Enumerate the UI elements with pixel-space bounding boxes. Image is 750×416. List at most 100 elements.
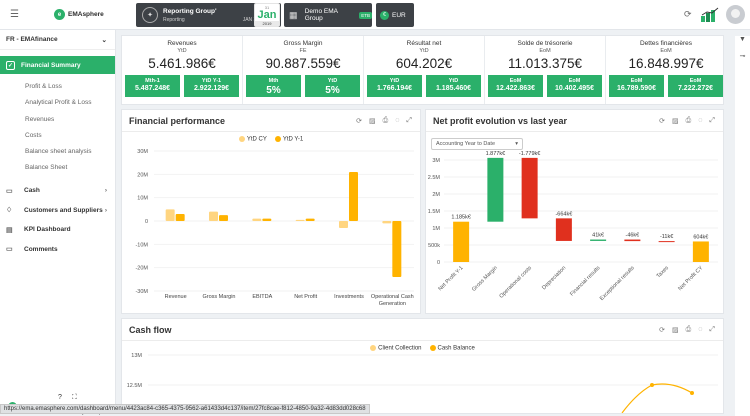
compare-label: YtD Y-1 <box>201 78 222 84</box>
bar <box>209 211 218 221</box>
currency-selector[interactable]: € EUR <box>376 3 414 27</box>
expand-icon[interactable]: ⤢ <box>709 117 715 125</box>
compare-label: YtD <box>389 78 400 84</box>
y-tick-label: 0 <box>437 260 440 266</box>
group-selector[interactable]: ▦ Demo EMA Group ETB <box>284 3 372 27</box>
kpi-title: Résultat net <box>406 40 442 47</box>
kpi-card: Résultat net YtD 604.202€ YtD 1.766.194€ … <box>364 36 485 104</box>
kpi-value: 11.013.375€ <box>507 56 583 71</box>
refresh-icon[interactable]: ⟳ <box>684 9 692 20</box>
data-label: 604k€ <box>693 234 708 240</box>
period-calendar[interactable]: 31 Jan 2019 <box>254 3 280 27</box>
chevron-right-icon: › <box>104 206 107 214</box>
legend-item[interactable]: YtD CY <box>238 136 267 143</box>
legend-item[interactable]: YtD Y-1 <box>274 136 303 143</box>
print-icon[interactable]: ⎙ <box>383 117 389 125</box>
net-profit-panel: Net profit evolution vs last year ⟳ ▨ ⎙ … <box>425 109 724 314</box>
company-selector[interactable]: FR - EMAfinance ⌄ <box>0 30 115 50</box>
kpi-compare-box[interactable]: EoM 16.789.590€ <box>609 75 664 97</box>
sidebar-item-label: Comments <box>24 245 58 253</box>
app-logo[interactable]: e EMAsphere <box>54 9 104 20</box>
chevron-down-icon: ⌄ <box>101 36 107 44</box>
reporting-sub: Reporting <box>163 16 185 23</box>
dropdown-value: Accounting Year to Date <box>436 141 496 147</box>
refresh-icon[interactable]: ⟳ <box>659 117 665 125</box>
help-icon[interactable]: ? <box>58 394 62 402</box>
avatar[interactable] <box>726 5 745 24</box>
data-label: -11k€ <box>660 234 673 240</box>
panel-title: Cash flow <box>129 324 172 335</box>
menu-icon[interactable]: ☰ <box>10 9 19 20</box>
kpi-compare-box[interactable]: YtD 5% <box>305 75 360 97</box>
kpi-value: 90.887.559€ <box>265 56 341 71</box>
y-tick-label: 10M <box>137 196 148 202</box>
sidebar-subitem-balance-analysis[interactable]: Balance sheet analysis <box>0 144 115 160</box>
x-tick-label: Operational costs <box>499 265 534 300</box>
kpi-compare-box[interactable]: YtD Y-1 2.922.129€ <box>184 75 239 97</box>
pin-icon[interactable]: ⊸ <box>735 52 750 60</box>
chart-legend: Client Collection Cash Balance <box>122 345 723 352</box>
waterfall-bar <box>521 157 538 219</box>
compare-value: 2.922.129€ <box>193 85 230 92</box>
kpi-compare-box[interactable]: EoM 10.402.495€ <box>547 75 602 97</box>
compare-label: YtD <box>327 78 338 84</box>
export-image-icon[interactable]: ▨ <box>672 117 679 125</box>
compare-value: 1.185.460€ <box>435 85 472 92</box>
sidebar-subitem-profit-loss[interactable]: Profit & Loss <box>0 79 115 95</box>
x-tick-label: Net Profit <box>294 294 317 300</box>
fullscreen-icon[interactable]: ⛶ <box>72 394 77 402</box>
filter-icon[interactable]: ▼ <box>735 36 750 43</box>
sidebar-item-customers-suppliers[interactable]: ♢ Customers and Suppliers › <box>0 200 115 220</box>
comment-icon[interactable]: ◌ <box>698 117 702 125</box>
comment-icon[interactable]: ◌ <box>698 326 702 334</box>
sidebar-subitem-revenues[interactable]: Revenues <box>0 112 115 128</box>
kpi-compare-box[interactable]: YtD 1.185.460€ <box>426 75 481 97</box>
y-tick-label: 1.5M <box>428 209 441 215</box>
sidebar-item-comments[interactable]: ▭ Comments <box>0 239 115 259</box>
sidebar-item-cash[interactable]: ▭ Cash › <box>0 181 115 201</box>
legend-item[interactable]: Client Collection <box>370 345 422 352</box>
kpi-compare-box[interactable]: EoM 12.422.863€ <box>488 75 543 97</box>
y-tick-label: 1M <box>432 226 440 232</box>
sidebar-item-kpi-dashboard[interactable]: ▤ KPI Dashboard <box>0 220 115 240</box>
data-label: -46k€ <box>625 233 639 239</box>
y-tick-label: 500k <box>428 243 440 249</box>
x-tick-label: Exceptional results <box>599 265 636 302</box>
waterfall-bar <box>624 239 641 242</box>
expand-icon[interactable]: ⤢ <box>709 326 715 334</box>
data-label: -1.779k€ <box>519 151 540 157</box>
bar <box>305 218 315 221</box>
sidebar-item-financial-summary[interactable]: ✓ Financial Summary <box>0 56 115 74</box>
kpi-compare-box[interactable]: EoM 7.222.272€ <box>668 75 723 97</box>
euro-icon: € <box>380 10 389 20</box>
x-tick-label: Depreciation <box>541 265 567 291</box>
bar <box>262 218 272 221</box>
comment-icon: ▭ <box>6 246 13 254</box>
sidebar-item-label: Customers and Suppliers <box>24 206 103 214</box>
bar <box>175 214 185 221</box>
compare-label: EoM <box>630 78 643 84</box>
period-dropdown[interactable]: Accounting Year to Date ▾ <box>431 138 523 150</box>
compare-label: EoM <box>689 78 702 84</box>
chevron-right-icon: › <box>104 187 107 195</box>
compare-value: 12.422.863€ <box>496 85 535 92</box>
expand-icon[interactable]: ⤢ <box>406 117 412 125</box>
export-image-icon[interactable]: ▨ <box>672 326 679 334</box>
comment-icon[interactable]: ◌ <box>395 117 399 125</box>
print-icon[interactable]: ⎙ <box>686 326 692 334</box>
print-icon[interactable]: ⎙ <box>686 117 692 125</box>
kpi-compare-box[interactable]: Mth-1 5.487.248€ <box>125 75 180 97</box>
x-tick-label: Gross Margin <box>202 294 235 300</box>
refresh-icon[interactable]: ⟳ <box>356 117 362 125</box>
sidebar-subitem-analytical-pl[interactable]: Analytical Profit & Loss <box>0 95 115 111</box>
legend-item[interactable]: Cash Balance <box>429 345 475 352</box>
kpi-compare-box[interactable]: YtD 1.766.194€ <box>367 75 422 97</box>
sidebar-subitem-costs[interactable]: Costs <box>0 128 115 144</box>
export-image-icon[interactable]: ▨ <box>369 117 376 125</box>
kpi-compare-box[interactable]: Mth 5% <box>246 75 301 97</box>
data-cube-icon[interactable] <box>700 7 720 23</box>
sidebar-subitem-balance-sheet[interactable]: Balance Sheet <box>0 160 115 176</box>
x-tick-label: Generation <box>379 301 406 307</box>
refresh-icon[interactable]: ⟳ <box>659 326 665 334</box>
kpi-title: Solde de trésorerie <box>517 40 573 47</box>
